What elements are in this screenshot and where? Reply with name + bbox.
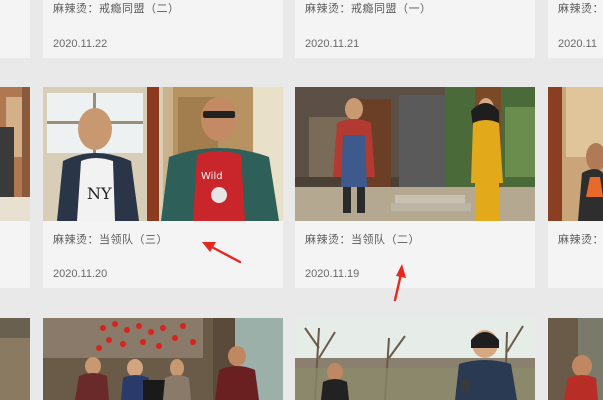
video-card[interactable] (0, 0, 30, 58)
video-date: 2020.11.20 (53, 268, 108, 280)
video-title[interactable]: 麻辣烫：戒瘾同盟（二） (53, 0, 180, 16)
video-thumbnail[interactable]: NY Wild (43, 87, 283, 221)
video-card[interactable]: 麻辣烫： (548, 87, 603, 288)
video-thumbnail[interactable] (295, 318, 535, 400)
video-card[interactable] (43, 318, 283, 400)
video-grid-viewport: 麻辣烫：戒瘾同盟（二） 2020.11.22 麻辣烫：戒瘾同盟（一） 2020.… (0, 0, 603, 400)
video-card[interactable] (0, 87, 30, 288)
video-card[interactable]: 麻辣烫：当领队（二） 2020.11.19 (295, 87, 535, 288)
video-title[interactable]: 麻辣烫： (558, 231, 603, 247)
video-date: 2020.11.22 (53, 38, 108, 50)
video-card[interactable] (0, 318, 30, 400)
video-thumbnail[interactable] (0, 87, 30, 221)
video-date: 2020.11 (558, 38, 597, 50)
video-title[interactable]: 麻辣烫：当领队（二） (305, 231, 420, 247)
svg-text:NY: NY (87, 184, 112, 203)
video-card[interactable]: 麻辣烫：戒瘾同盟（二） 2020.11.22 (43, 0, 283, 58)
video-card[interactable] (295, 318, 535, 400)
video-date: 2020.11.19 (305, 268, 360, 280)
video-title[interactable]: 麻辣烫： (558, 0, 603, 16)
video-thumbnail[interactable] (548, 87, 603, 221)
video-thumbnail[interactable] (548, 318, 603, 400)
video-thumbnail[interactable] (43, 318, 283, 400)
annotation-arrow-icon (393, 264, 406, 302)
video-card[interactable] (548, 318, 603, 400)
video-card[interactable]: 麻辣烫： 2020.11 (548, 0, 603, 58)
svg-text:Wild: Wild (201, 171, 223, 182)
video-thumbnail[interactable] (0, 318, 30, 400)
video-date: 2020.11.21 (305, 38, 360, 50)
video-thumbnail[interactable] (295, 87, 535, 221)
annotation-arrow-icon (202, 242, 242, 264)
video-title[interactable]: 麻辣烫：戒瘾同盟（一） (305, 0, 432, 16)
video-title[interactable]: 麻辣烫：当领队（三） (53, 231, 168, 247)
video-card[interactable]: 麻辣烫：戒瘾同盟（一） 2020.11.21 (295, 0, 535, 58)
video-card[interactable]: NY Wild 麻辣烫：当领队（三） 2020.11.20 (43, 87, 283, 288)
